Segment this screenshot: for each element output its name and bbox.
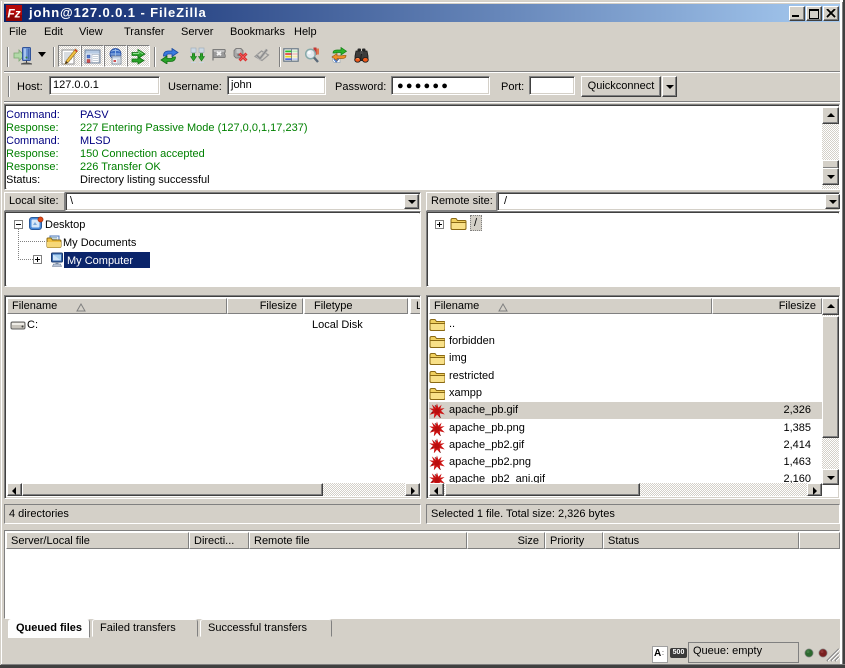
svg-text:Fz: Fz <box>7 7 20 21</box>
